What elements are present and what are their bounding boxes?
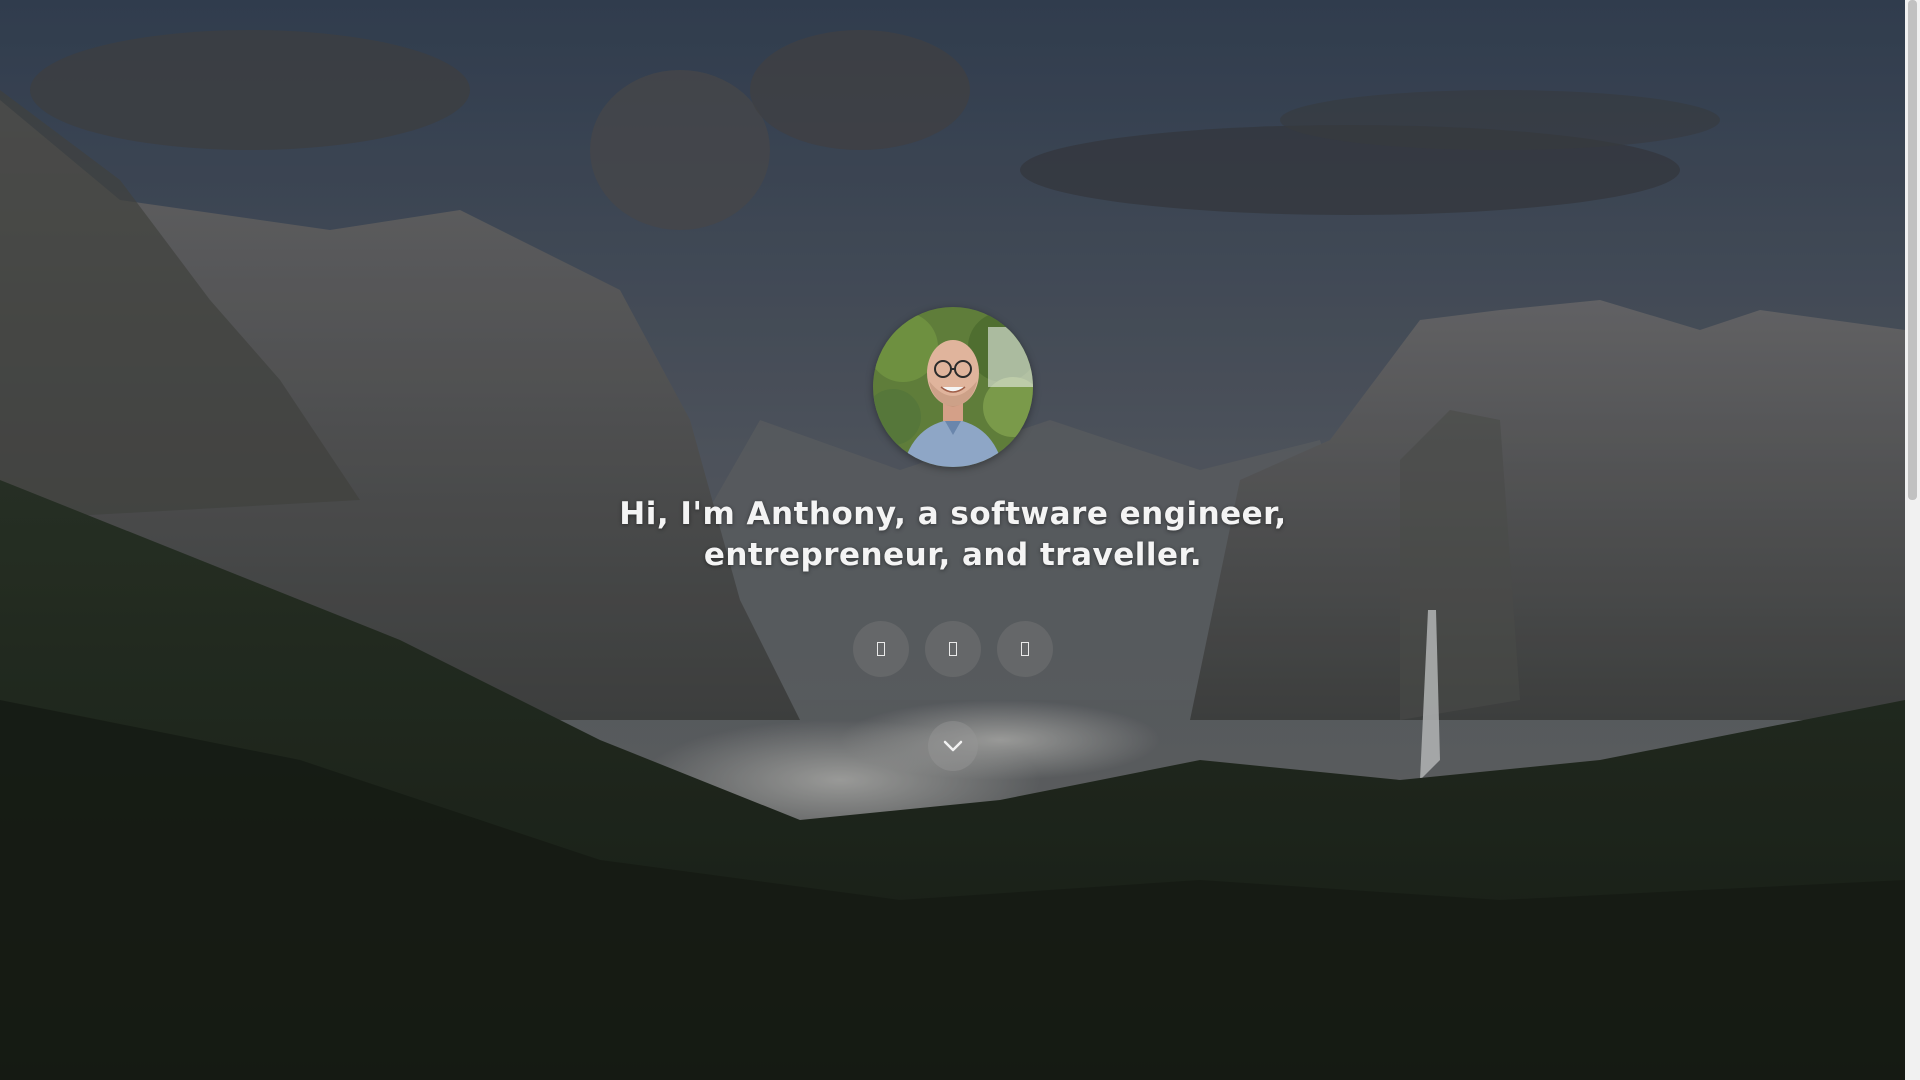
social-link-3[interactable] [997, 621, 1053, 677]
hero-section: Hi, I'm Anthony, a software engineer, en… [0, 0, 1905, 1080]
avatar [873, 307, 1033, 467]
profile-photo-icon [873, 307, 1033, 467]
headline-line-2: entrepreneur, and traveller. [703, 537, 1203, 573]
chevron-down-icon [943, 740, 963, 752]
scroll-down-button[interactable] [928, 721, 978, 771]
social-link-2[interactable] [925, 621, 981, 677]
scrollbar-thumb[interactable] [1908, 0, 1917, 500]
social-icon-1 [877, 642, 885, 656]
social-icon-2 [949, 642, 957, 656]
hero-headline: Hi, I'm Anthony, a software engineer, en… [553, 494, 1353, 576]
social-icon-3 [1021, 642, 1029, 656]
page: Hi, I'm Anthony, a software engineer, en… [0, 0, 1920, 1080]
headline-line-1: Hi, I'm Anthony, a software engineer, [619, 496, 1287, 532]
social-link-1[interactable] [853, 621, 909, 677]
page-scrollbar[interactable] [1905, 0, 1920, 1080]
